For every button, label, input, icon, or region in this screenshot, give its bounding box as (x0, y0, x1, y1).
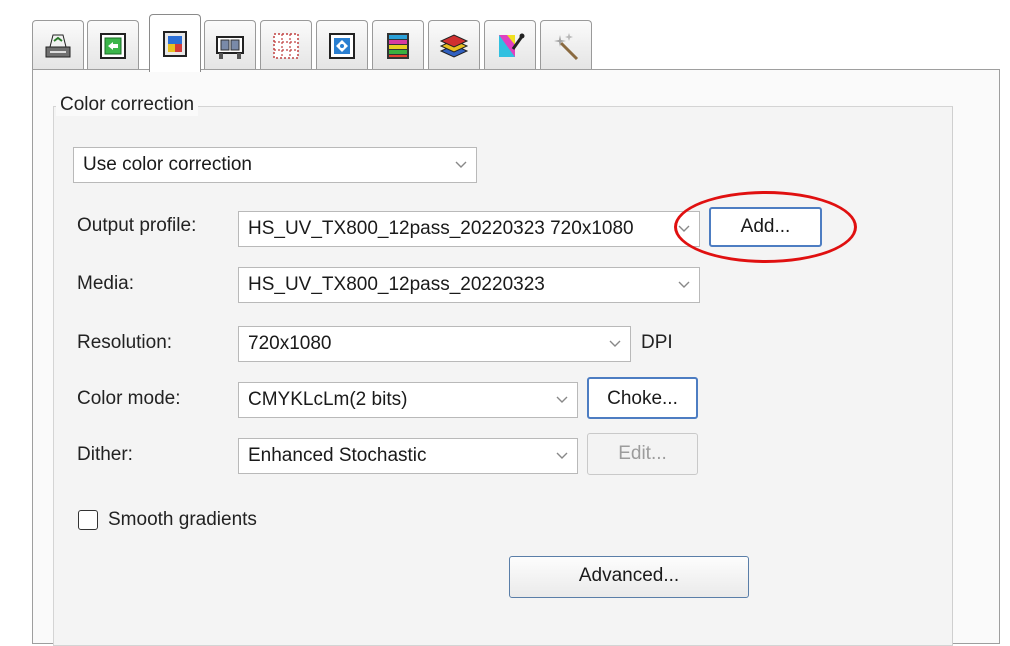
color-picker-icon (499, 33, 525, 57)
tab-grid-marks[interactable] (260, 20, 312, 70)
advanced-button[interactable]: Advanced... (509, 556, 749, 598)
color-mode-value: CMYKLcLm(2 bits) (248, 389, 408, 410)
resolution-label: Resolution: (77, 332, 173, 353)
choke-button[interactable]: Choke... (587, 377, 698, 419)
tab-color-bars[interactable] (372, 20, 424, 70)
tab-layers[interactable] (428, 20, 480, 70)
chevron-down-icon (455, 161, 467, 169)
layers-icon (439, 33, 469, 58)
color-mode-label: Color mode: (77, 388, 181, 409)
media-value: HS_UV_TX800_12pass_20220323 (248, 274, 545, 295)
tab-page-layout[interactable] (87, 20, 139, 70)
tab-crop-position[interactable] (316, 20, 368, 70)
dither-select[interactable]: Enhanced Stochastic (238, 438, 578, 474)
resolution-value: 720x1080 (248, 333, 332, 354)
crop-position-icon (329, 32, 355, 59)
resolution-select[interactable]: 720x1080 (238, 326, 631, 362)
chevron-down-icon (678, 225, 690, 233)
tab-magic-wand[interactable] (540, 20, 592, 70)
color-correction-group (53, 106, 953, 646)
tab-color-picker[interactable] (484, 20, 536, 70)
add-profile-button[interactable]: Add... (709, 207, 822, 247)
advanced-button-label: Advanced... (578, 565, 680, 586)
color-mode-select[interactable]: CMYKLcLm(2 bits) (238, 382, 578, 418)
group-title: Color correction (56, 94, 199, 116)
media-tiling-icon (216, 35, 244, 59)
smooth-gradients-label[interactable]: Smooth gradients (108, 509, 257, 531)
smooth-gradients-checkbox[interactable] (78, 510, 98, 530)
mode-select-value: Use color correction (83, 154, 252, 175)
chevron-down-icon (609, 340, 621, 348)
edit-dither-button-label: Edit... (618, 443, 667, 464)
settings-tab-strip (32, 12, 812, 72)
printer-setup-icon (45, 34, 71, 57)
chevron-down-icon (556, 396, 568, 404)
tab-color-management[interactable] (149, 14, 201, 72)
dither-label: Dither: (77, 444, 133, 465)
resolution-unit: DPI (641, 332, 673, 353)
tab-media-tiling[interactable] (204, 20, 256, 70)
output-profile-value: HS_UV_TX800_12pass_20220323 720x1080 (248, 218, 634, 239)
tab-printer-setup[interactable] (32, 20, 84, 70)
color-management-icon (163, 30, 187, 57)
add-profile-button-label: Add... (740, 216, 791, 237)
output-profile-label: Output profile: (77, 215, 197, 236)
magic-wand-icon (554, 32, 579, 60)
media-select[interactable]: HS_UV_TX800_12pass_20220323 (238, 267, 700, 303)
color-bars-icon (387, 32, 409, 59)
edit-dither-button[interactable]: Edit... (587, 433, 698, 475)
media-label: Media: (77, 273, 135, 294)
chevron-down-icon (556, 452, 568, 460)
chevron-down-icon (678, 281, 690, 289)
dither-value: Enhanced Stochastic (248, 445, 427, 466)
page-layout-icon (100, 32, 126, 59)
grid-marks-icon (273, 32, 299, 59)
output-profile-select[interactable]: HS_UV_TX800_12pass_20220323 720x1080 (238, 211, 700, 247)
choke-button-label: Choke... (607, 388, 678, 409)
color-correction-mode-select[interactable]: Use color correction (73, 147, 477, 183)
